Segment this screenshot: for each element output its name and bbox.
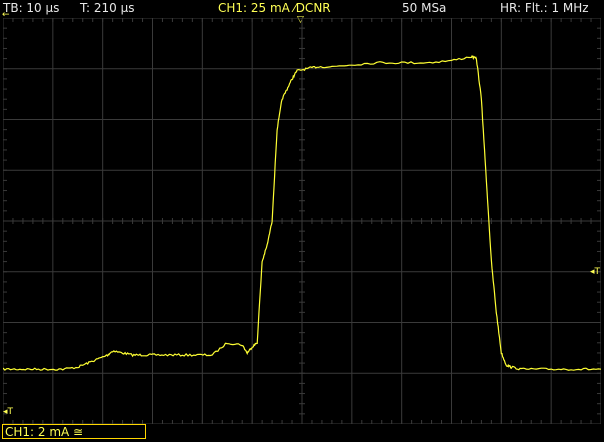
sample-rate-label[interactable]: 50 MSa: [402, 1, 446, 15]
channel-1-scale-box[interactable]: CH1: 2 mA ≅: [2, 424, 146, 439]
filter-label[interactable]: HR: Flt.: 1 MHz: [500, 1, 589, 15]
channel-setting-label[interactable]: CH1: 25 mA ⁄DCNR: [218, 1, 331, 15]
trigger-left-marker-icon[interactable]: ◂T: [3, 408, 13, 417]
oscilloscope-display[interactable]: [3, 18, 601, 424]
grid-lines: [3, 18, 601, 424]
trigger-time-label[interactable]: T: 210 µs: [80, 1, 134, 15]
channel-bar: CH1: 2 mA ≅: [0, 424, 604, 442]
trigger-level-marker-icon[interactable]: ◂T: [590, 268, 600, 277]
timebase-label[interactable]: TB: 10 µs: [3, 1, 59, 15]
